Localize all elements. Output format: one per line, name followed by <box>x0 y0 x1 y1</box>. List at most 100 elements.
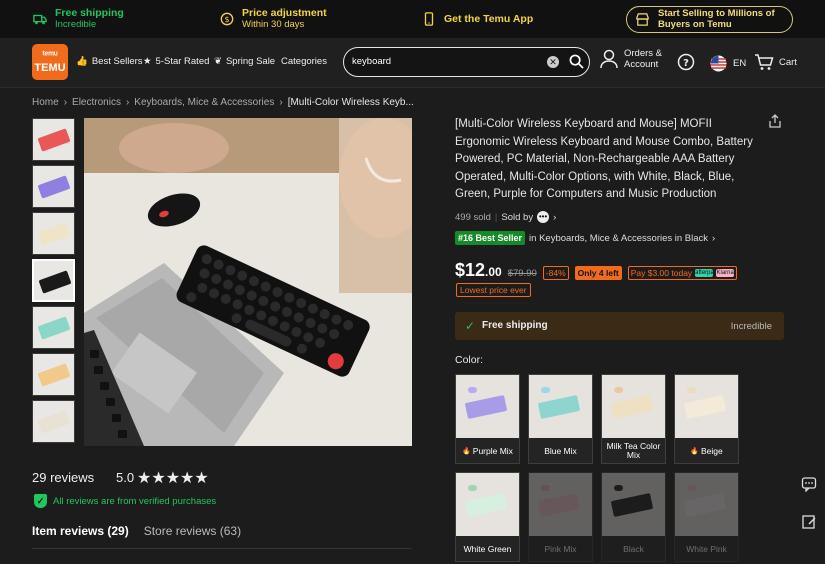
logo-line1: ᵗᵉᵐᵘ <box>42 50 58 61</box>
leaf-icon: ❦ <box>214 56 222 67</box>
price-adjustment-promo[interactable]: $ Price adjustment Within 30 days <box>220 8 327 30</box>
best-seller-row[interactable]: #16 Best Seller in Keyboards, Mice & Acc… <box>455 231 715 245</box>
orders-line2: Account <box>624 59 659 70</box>
color-name: Purple Mix <box>472 445 513 456</box>
crumb-current: [Multi-Color Wireless Keyb... <box>287 97 414 108</box>
check-icon: ✓ <box>465 319 476 333</box>
original-price: $79.90 <box>507 268 537 279</box>
free-shipping-panel[interactable]: ✓ Free shipping Incredible <box>455 312 784 340</box>
orders-line1: Orders & <box>624 48 663 59</box>
shield-check-icon: ✓ <box>34 494 47 508</box>
dollar-circle-icon: $ <box>220 12 234 26</box>
search-icon[interactable] <box>569 54 584 69</box>
product-photo <box>84 118 412 446</box>
free-shipping-sub: Incredible <box>55 19 97 30</box>
color-option-label: White Green <box>456 537 519 561</box>
verified-reviews-note: ✓ All reviews are from verified purchase… <box>34 494 216 508</box>
verified-text: All reviews are from verified purchases <box>53 495 217 507</box>
color-name: Black <box>623 543 644 554</box>
search-input[interactable]: keyboard <box>352 56 391 67</box>
nav-label: 5-Star Rated <box>155 56 210 67</box>
get-app-label: Get the Temu App <box>444 12 534 25</box>
color-option[interactable]: Pink Mix <box>528 472 593 562</box>
crumb-electronics[interactable]: Electronics <box>72 97 121 108</box>
svg-text:?: ? <box>683 58 689 69</box>
cart-button[interactable]: Cart <box>754 53 797 71</box>
orders-account[interactable]: Orders & Account <box>600 48 662 70</box>
clear-search-icon[interactable]: ✕ <box>547 56 559 68</box>
color-name: White Green <box>463 543 512 554</box>
color-option-image <box>456 375 519 438</box>
nav-label: Categories <box>281 56 327 67</box>
color-keyboard <box>464 395 508 419</box>
color-option[interactable]: White Green <box>455 472 520 562</box>
thumbnail-keyboard <box>37 410 71 434</box>
price-adjustment-sub: Within 30 days <box>242 19 305 30</box>
nav-five-star[interactable]: ★ 5-Star Rated <box>143 56 209 67</box>
afterpay-logo: afterpay <box>695 269 717 277</box>
crumb-keyboards[interactable]: Keyboards, Mice & Accessories <box>134 97 274 108</box>
tab-item-reviews[interactable]: Item reviews (29) <box>32 524 129 538</box>
color-option[interactable]: Blue Mix <box>528 374 593 464</box>
crumb-home[interactable]: Home <box>32 97 59 108</box>
chat-icon[interactable] <box>801 476 817 492</box>
sold-info: 499 sold | Sold by ••• › <box>455 211 557 223</box>
best-seller-badge: #16 Best Seller <box>455 231 526 245</box>
color-keyboard <box>537 493 581 517</box>
color-option[interactable]: White Pink <box>674 472 739 562</box>
free-shipping-promo[interactable]: Free shipping Incredible <box>33 8 124 30</box>
free-shipping-title: Free shipping <box>55 7 124 19</box>
help-icon[interactable]: ? <box>677 53 695 71</box>
sell-line2: Buyers on Temu <box>658 18 732 30</box>
color-option[interactable]: 🔥 Beige <box>674 374 739 464</box>
pay-later-badge[interactable]: Pay $3.00 today afterpay Klarna <box>627 266 738 280</box>
free-shipping-label: Free shipping <box>482 320 548 331</box>
cart-label: Cart <box>779 56 797 68</box>
klarna-logo: Klarna <box>716 269 735 277</box>
chevron-right-icon: › <box>712 232 716 244</box>
color-option-label: Blue Mix <box>529 439 592 463</box>
nav-categories[interactable]: Categories <box>281 56 327 67</box>
thumbnail-keyboard <box>37 175 71 199</box>
language-selector[interactable]: EN <box>710 55 746 72</box>
temu-logo[interactable]: ᵗᵉᵐᵘ TEMU <box>32 44 68 80</box>
review-count[interactable]: 29 reviews <box>32 470 94 485</box>
color-option-image <box>675 473 738 536</box>
seller-icon[interactable]: ••• <box>537 211 550 223</box>
color-option[interactable]: Black <box>601 472 666 562</box>
thumbnail[interactable] <box>32 165 75 208</box>
main-product-image[interactable] <box>84 118 412 446</box>
color-option[interactable]: Milk Tea Color Mix <box>601 374 666 464</box>
sold-by-label: Sold by <box>501 211 534 223</box>
thumbnail[interactable] <box>32 306 75 349</box>
color-option-image <box>602 473 665 536</box>
divider <box>32 548 412 549</box>
thumbnail[interactable] <box>32 212 75 255</box>
search-box[interactable]: keyboard ✕ <box>343 47 590 77</box>
price-adjustment-title: Price adjustment <box>242 7 327 19</box>
color-option-label: Pink Mix <box>529 537 592 561</box>
tab-store-reviews[interactable]: Store reviews (63) <box>144 524 241 538</box>
color-option-image <box>456 473 519 536</box>
thumbnail[interactable] <box>32 259 75 302</box>
thumbnail[interactable] <box>32 353 75 396</box>
start-selling-button[interactable]: Start Selling to Millions of Buyers on T… <box>626 6 793 33</box>
edit-feedback-icon[interactable] <box>801 514 817 530</box>
thumbnail[interactable] <box>32 118 75 161</box>
color-option-image <box>529 473 592 536</box>
thumbnail[interactable] <box>32 400 75 443</box>
chevron-right-icon[interactable]: › <box>553 212 556 223</box>
get-app-promo[interactable]: Get the Temu App <box>422 12 533 26</box>
review-score: 5.0 <box>116 470 135 485</box>
price-main: $12 <box>455 260 486 280</box>
color-mouse <box>687 485 696 491</box>
nav-spring-sale[interactable]: ❦ Spring Sale <box>214 56 275 67</box>
nav-best-sellers[interactable]: 👍 Best Sellers <box>76 56 143 67</box>
thumbnail-keyboard <box>37 222 71 246</box>
nav-label: Spring Sale <box>225 56 276 67</box>
product-title: [Multi-Color Wireless Keyboard and Mouse… <box>455 118 753 200</box>
share-icon[interactable] <box>768 114 782 128</box>
price-cents: .00 <box>485 265 502 279</box>
color-name: White Pink <box>686 543 727 554</box>
color-option[interactable]: 🔥 Purple Mix <box>455 374 520 464</box>
